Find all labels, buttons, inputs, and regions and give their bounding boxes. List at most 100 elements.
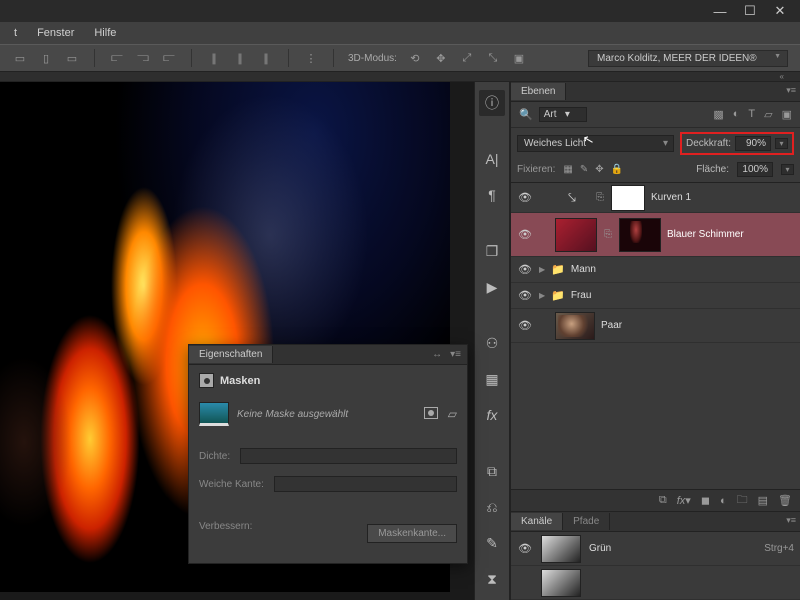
feather-input[interactable] bbox=[274, 476, 457, 492]
visibility-eye-icon[interactable]: 👁 bbox=[517, 191, 533, 204]
disclosure-triangle-icon[interactable]: ▶ bbox=[539, 265, 545, 274]
move-icon[interactable]: ⤢ bbox=[459, 50, 475, 66]
menu-item-truncated[interactable]: t bbox=[4, 27, 27, 39]
layer-name[interactable]: Kurven 1 bbox=[651, 192, 691, 203]
trash-icon[interactable]: 🗑 bbox=[778, 494, 792, 507]
link-icon[interactable]: ⎘ bbox=[595, 192, 605, 203]
filter-type-icon[interactable]: T bbox=[748, 108, 755, 121]
scale-icon[interactable]: ⤡ bbox=[485, 50, 501, 66]
layer-thumb[interactable] bbox=[555, 218, 597, 252]
opacity-value-input[interactable]: 90% bbox=[735, 136, 771, 151]
mask-edge-button[interactable]: Maskenkante... bbox=[367, 524, 457, 543]
pixel-mask-icon[interactable] bbox=[424, 407, 438, 419]
opacity-dropdown-arrow[interactable]: ▾ bbox=[775, 138, 788, 149]
layer-mask-icon[interactable]: ◼ bbox=[701, 494, 710, 507]
layer-thumb[interactable] bbox=[555, 312, 595, 340]
author-dropdown[interactable]: Marco Kolditz, MEER DER IDEEN® bbox=[588, 50, 788, 67]
channel-name[interactable]: Grün bbox=[589, 543, 611, 554]
tool-preset-icon[interactable]: ✎ bbox=[479, 530, 505, 556]
layer-mask-thumb[interactable] bbox=[619, 218, 661, 252]
adjustment-layer-icon[interactable]: ◐ bbox=[720, 495, 727, 507]
blend-mode-select[interactable]: Weiches Licht bbox=[517, 135, 674, 152]
vector-mask-icon[interactable]: ▱ bbox=[448, 407, 457, 421]
layer-row-blauer-schimmer[interactable]: 👁 ⎘ Blauer Schimmer bbox=[511, 213, 800, 257]
density-input[interactable] bbox=[240, 448, 457, 464]
menu-item-hilfe[interactable]: Hilfe bbox=[84, 27, 126, 39]
paragraph-icon[interactable]: ¶ bbox=[479, 182, 505, 208]
disclosure-triangle-icon[interactable]: ▶ bbox=[539, 291, 545, 300]
panel-menu-icon[interactable]: ▾≡ bbox=[450, 349, 461, 360]
distribute-icon[interactable]: ⋮ bbox=[303, 50, 319, 66]
filter-adjust-icon[interactable]: ◐ bbox=[733, 108, 740, 121]
distribute-icon[interactable]: ∥ bbox=[258, 50, 274, 66]
fill-value-input[interactable]: 100% bbox=[737, 162, 773, 177]
lock-position-icon[interactable]: ✥ bbox=[595, 164, 603, 175]
visibility-eye-icon[interactable]: 👁 bbox=[517, 542, 533, 555]
visibility-eye-icon[interactable]: 👁 bbox=[517, 228, 533, 241]
align-icon[interactable]: ▭ bbox=[12, 50, 28, 66]
layer-fx-icon[interactable]: fx▾ bbox=[677, 494, 691, 507]
layer-row-kurven[interactable]: 👁 ⤥ ⎘ Kurven 1 bbox=[511, 183, 800, 213]
tab-kanaele[interactable]: Kanäle bbox=[511, 513, 563, 530]
menu-item-fenster[interactable]: Fenster bbox=[27, 27, 84, 39]
panel-collapse-strip[interactable]: « bbox=[0, 72, 800, 82]
layer-row-frau[interactable]: 👁 ▶ 📁 Frau bbox=[511, 283, 800, 309]
window-close-button[interactable]: ✕ bbox=[766, 3, 794, 19]
histogram-icon[interactable]: ⧉ bbox=[479, 458, 505, 484]
camera-icon[interactable]: ▣ bbox=[511, 50, 527, 66]
layer-mask-thumb[interactable] bbox=[611, 185, 645, 211]
distribute-icon[interactable]: ⫍ bbox=[109, 50, 125, 66]
tab-pfade[interactable]: Pfade bbox=[563, 513, 610, 530]
new-layer-icon[interactable]: ▤ bbox=[758, 494, 768, 507]
tab-eigenschaften[interactable]: Eigenschaften bbox=[189, 346, 273, 363]
channel-row-gruen[interactable]: 👁 Grün Strg+4 bbox=[511, 532, 800, 566]
channel-row[interactable] bbox=[511, 566, 800, 600]
swatches-icon[interactable]: ⚇ bbox=[479, 330, 505, 356]
layer-name[interactable]: Blauer Schimmer bbox=[667, 229, 744, 240]
distribute-icon[interactable]: ∥ bbox=[232, 50, 248, 66]
lock-transparent-icon[interactable]: ▦ bbox=[563, 164, 572, 175]
brush-icon[interactable]: ⎌ bbox=[479, 494, 505, 520]
filter-shape-icon[interactable]: ▱ bbox=[764, 108, 772, 121]
lock-pixels-icon[interactable]: ✎ bbox=[580, 164, 588, 175]
play-icon[interactable]: ▶ bbox=[479, 274, 505, 300]
filter-pixel-icon[interactable]: ▩ bbox=[713, 108, 723, 121]
filter-search-icon[interactable]: 🔍 bbox=[519, 108, 533, 121]
tab-ebenen[interactable]: Ebenen bbox=[511, 83, 566, 100]
link-layers-icon[interactable]: ⧉ bbox=[659, 494, 667, 507]
window-maximize-button[interactable]: ☐ bbox=[736, 3, 764, 19]
pan-icon[interactable]: ✥ bbox=[433, 50, 449, 66]
layer-row-paar[interactable]: 👁 Paar bbox=[511, 309, 800, 343]
visibility-eye-icon[interactable]: 👁 bbox=[517, 263, 533, 276]
lock-all-icon[interactable]: 🔒 bbox=[611, 164, 623, 175]
type-a-icon[interactable]: A| bbox=[479, 146, 505, 172]
filter-smart-icon[interactable]: ▣ bbox=[782, 108, 792, 121]
orbit-icon[interactable]: ⟲ bbox=[407, 50, 423, 66]
properties-panel[interactable]: Eigenschaften ↔ ▾≡ Masken Keine Maske au… bbox=[188, 344, 468, 564]
panel-menu-icon[interactable]: ▾≡ bbox=[786, 85, 796, 96]
layer-name[interactable]: Mann bbox=[571, 264, 596, 275]
properties-panel-header[interactable]: Eigenschaften ↔ ▾≡ bbox=[189, 345, 467, 365]
distribute-icon[interactable]: ⫎ bbox=[135, 50, 151, 66]
layer-name[interactable]: Paar bbox=[601, 320, 622, 331]
window-minimize-button[interactable]: — bbox=[706, 3, 734, 19]
layers-small-icon[interactable]: ❐ bbox=[479, 238, 505, 264]
info-icon[interactable]: ⓘ bbox=[479, 90, 505, 116]
visibility-eye-icon[interactable]: 👁 bbox=[517, 289, 533, 302]
collapse-icon[interactable]: ↔ bbox=[432, 349, 442, 360]
layer-filter-select[interactable]: Art ▾ bbox=[539, 107, 587, 122]
distribute-icon[interactable]: ∥ bbox=[206, 50, 222, 66]
layer-name[interactable]: Frau bbox=[571, 290, 592, 301]
styles-fx-icon[interactable]: fx bbox=[479, 402, 505, 428]
visibility-eye-icon[interactable]: 👁 bbox=[517, 319, 533, 332]
clone-icon[interactable]: ⧗ bbox=[479, 566, 505, 592]
distribute-icon[interactable]: ⫍ bbox=[161, 50, 177, 66]
align-icon[interactable]: ▭ bbox=[64, 50, 80, 66]
link-icon[interactable]: ⎘ bbox=[603, 229, 613, 240]
grid-icon[interactable]: ▦ bbox=[479, 366, 505, 392]
fill-dropdown-arrow[interactable]: ▾ bbox=[781, 164, 794, 175]
layer-row-mann[interactable]: 👁 ▶ 📁 Mann bbox=[511, 257, 800, 283]
group-icon[interactable]: 🗀 bbox=[737, 491, 748, 510]
align-icon[interactable]: ▯ bbox=[38, 50, 54, 66]
panel-menu-icon[interactable]: ▾≡ bbox=[786, 515, 796, 526]
